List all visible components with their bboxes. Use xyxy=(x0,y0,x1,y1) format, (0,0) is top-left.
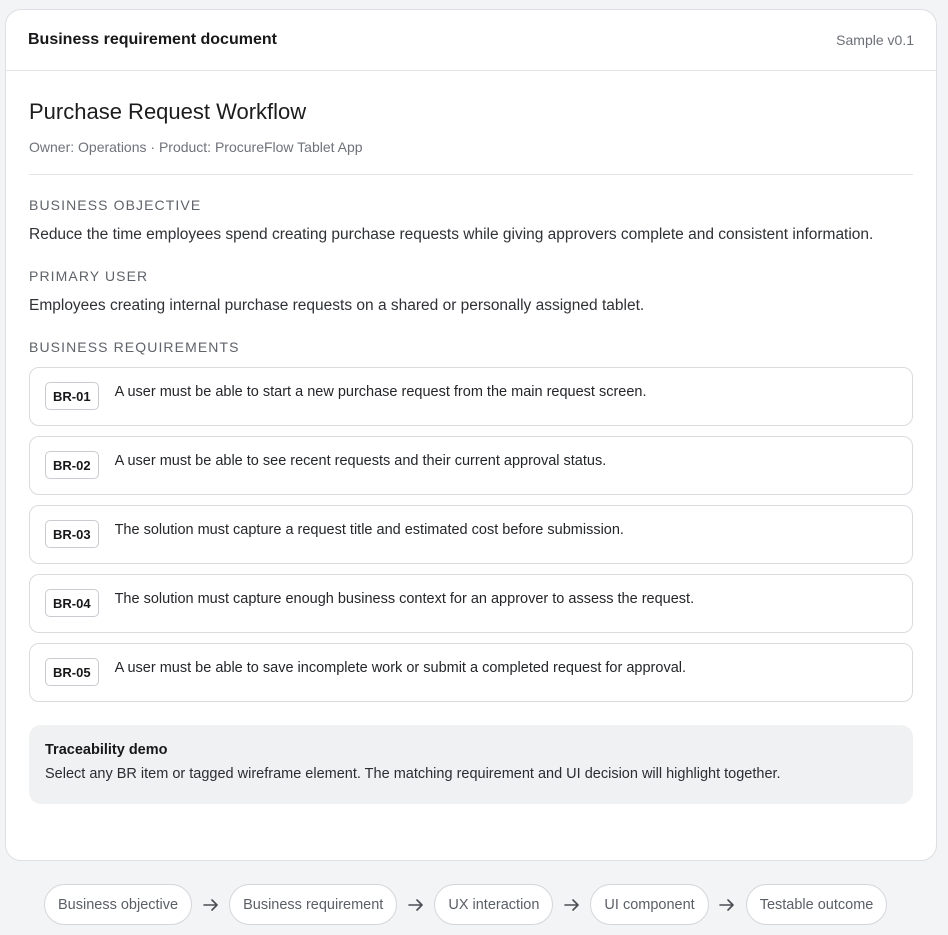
requirements-list: BR-01 A user must be able to start a new… xyxy=(29,367,913,702)
requirement-text: A user must be able to save incomplete w… xyxy=(114,660,687,676)
traceability-flow: Business objective Business requirement … xyxy=(44,884,888,925)
requirement-id-badge: BR-05 xyxy=(45,658,99,686)
card-header: Business requirement document Sample v0.… xyxy=(6,10,936,71)
document-meta: Owner: Operations · Product: ProcureFlow… xyxy=(29,139,363,155)
requirement-text: The solution must capture enough busines… xyxy=(114,591,695,607)
requirement-item-br-05[interactable]: BR-05 A user must be able to save incomp… xyxy=(29,643,913,702)
requirement-item-br-04[interactable]: BR-04 The solution must capture enough b… xyxy=(29,574,913,633)
requirement-id-badge: BR-04 xyxy=(45,589,99,617)
traceability-title: Traceability demo xyxy=(45,742,168,758)
card-body: Purchase Request Workflow Owner: Operati… xyxy=(6,99,936,804)
card-title: Business requirement document xyxy=(28,31,277,48)
traceability-demo-panel: Traceability demo Select any BR item or … xyxy=(29,725,913,804)
primary-user-label: PRIMARY USER xyxy=(29,268,149,284)
requirement-item-br-03[interactable]: BR-03 The solution must capture a reques… xyxy=(29,505,913,564)
arrow-right-icon xyxy=(709,898,746,911)
requirement-id-badge: BR-03 xyxy=(45,520,99,548)
traceability-text: Select any BR item or tagged wireframe e… xyxy=(45,766,781,782)
requirement-item-br-01[interactable]: BR-01 A user must be able to start a new… xyxy=(29,367,913,426)
business-objective-text: Reduce the time employees spend creating… xyxy=(29,226,874,243)
arrow-right-icon xyxy=(397,898,434,911)
requirement-text: A user must be able to start a new purch… xyxy=(114,384,647,400)
flow-step-business-objective[interactable]: Business objective xyxy=(44,884,193,925)
flow-step-business-requirement[interactable]: Business requirement xyxy=(229,884,398,925)
divider xyxy=(29,174,913,175)
business-requirements-label: BUSINESS REQUIREMENTS xyxy=(29,339,240,355)
version-label: Sample v0.1 xyxy=(836,32,914,48)
flow-step-ux-interaction[interactable]: UX interaction xyxy=(434,884,554,925)
requirement-text: A user must be able to see recent reques… xyxy=(114,453,607,469)
primary-user-text: Employees creating internal purchase req… xyxy=(29,297,645,314)
document-title: Purchase Request Workflow xyxy=(29,99,307,124)
requirement-text: The solution must capture a request titl… xyxy=(114,522,624,538)
flow-step-ui-component[interactable]: UI component xyxy=(590,884,709,925)
flow-step-testable-outcome[interactable]: Testable outcome xyxy=(745,884,888,925)
arrow-right-icon xyxy=(192,898,229,911)
requirement-id-badge: BR-01 xyxy=(45,382,99,410)
requirement-item-br-02[interactable]: BR-02 A user must be able to see recent … xyxy=(29,436,913,495)
requirement-id-badge: BR-02 xyxy=(45,451,99,479)
brd-card: Business requirement document Sample v0.… xyxy=(5,9,937,861)
business-objective-label: BUSINESS OBJECTIVE xyxy=(29,197,202,213)
arrow-right-icon xyxy=(553,898,590,911)
